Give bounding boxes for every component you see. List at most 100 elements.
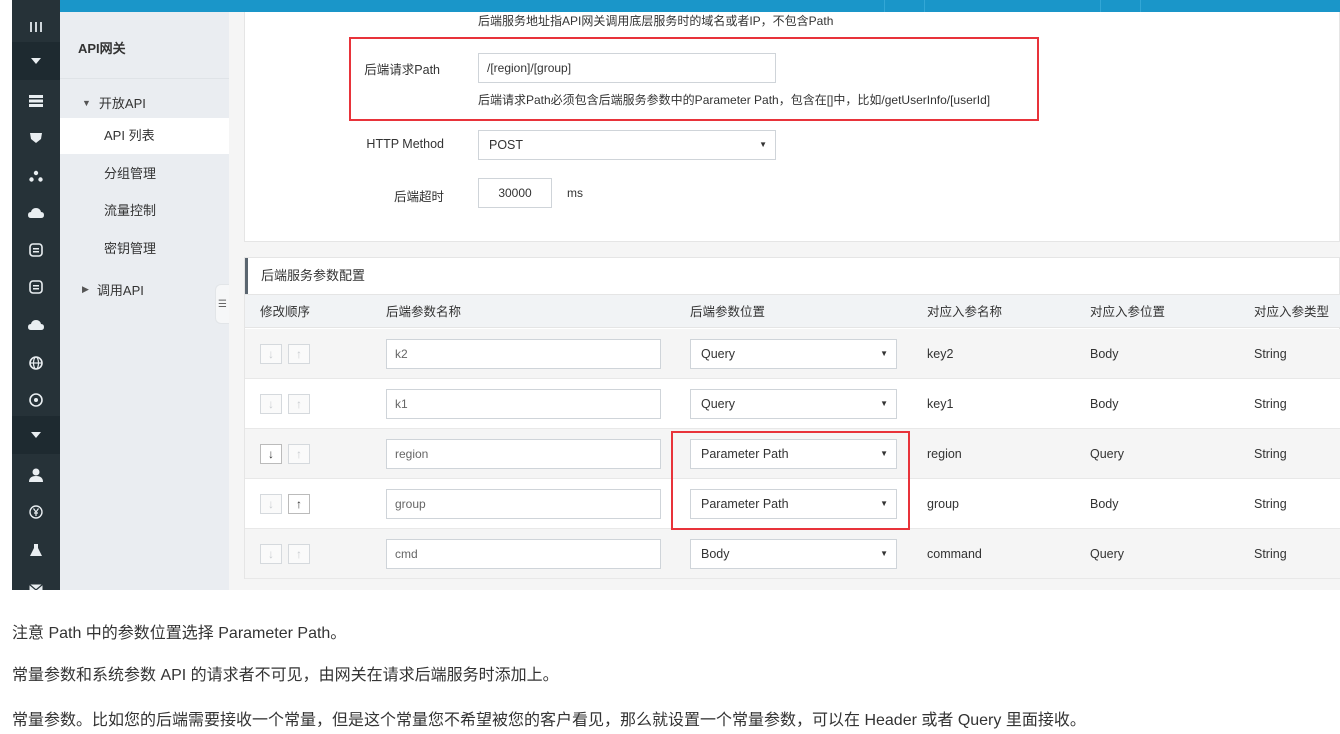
- input-param-type: String: [1254, 547, 1287, 561]
- input-param-type: String: [1254, 347, 1287, 361]
- path-label: 后端请求Path: [364, 63, 440, 77]
- move-down-button[interactable]: ↓: [260, 494, 282, 514]
- collapse-down-icon[interactable]: [12, 42, 60, 80]
- nav-group-label: 调用API: [96, 283, 144, 298]
- nav-item-group-management[interactable]: 分组管理: [60, 156, 229, 192]
- backend-param-position-select[interactable]: Query ▼: [690, 339, 897, 369]
- nav-group-label: 开放API: [98, 96, 146, 111]
- select-value: Parameter Path: [701, 447, 789, 461]
- backend-param-name-input[interactable]: cmd: [386, 539, 661, 569]
- params-table-header: 修改顺序 后端参数名称 后端参数位置 对应入参名称 对应入参位置 对应入参类型: [245, 294, 1340, 328]
- table-row: ↓ ↑ k1 Query ▼ key1 Body String: [245, 379, 1340, 429]
- caret-down-icon: ▼: [880, 449, 888, 458]
- input-param-position: Body: [1090, 397, 1119, 411]
- timeout-unit: ms: [567, 186, 583, 200]
- input-param-name: key2: [927, 347, 954, 361]
- icon-rail: [12, 0, 60, 590]
- http-method-value: POST: [489, 138, 524, 152]
- col-header-input-name: 对应入参名称: [927, 305, 1003, 319]
- nodes-icon[interactable]: [12, 157, 60, 195]
- yuan-icon[interactable]: [12, 493, 60, 531]
- caret-right-icon: ▶: [82, 284, 89, 294]
- nav-group-call-api[interactable]: ▶ 调用API: [82, 280, 144, 299]
- nav-item-api-list[interactable]: API 列表: [60, 118, 229, 154]
- backend-form-panel: 后端服务地址指API网关调用底层服务时的域名或者IP，不包含Path 后端请求P…: [244, 12, 1340, 242]
- nav-group-open-api[interactable]: ▼ 开放API: [82, 93, 146, 112]
- select-value: Parameter Path: [701, 497, 789, 511]
- move-up-button[interactable]: ↑: [288, 444, 310, 464]
- move-up-button[interactable]: ↑: [288, 494, 310, 514]
- backend-path-input[interactable]: /[region]/[group]: [478, 53, 776, 83]
- storage-icon[interactable]: [12, 268, 60, 306]
- move-up-button[interactable]: ↑: [288, 544, 310, 564]
- caret-down-icon: ▼: [880, 549, 888, 558]
- move-up-button[interactable]: ↑: [288, 394, 310, 414]
- database-icon[interactable]: [12, 231, 60, 269]
- input-param-position: Query: [1090, 547, 1125, 561]
- caret-down-icon: ▼: [880, 499, 888, 508]
- nav-title: API网关: [78, 41, 126, 56]
- panel-accent-bar: [245, 258, 248, 294]
- backend-param-position-select[interactable]: Parameter Path ▼: [690, 489, 897, 519]
- http-method-label: HTTP Method: [366, 137, 444, 151]
- shield-icon[interactable]: [12, 119, 60, 157]
- cloud-icon[interactable]: [12, 306, 60, 344]
- col-header-backend-position: 后端参数位置: [690, 305, 766, 319]
- col-header-backend-name: 后端参数名称: [386, 305, 462, 319]
- backend-params-panel: 后端服务参数配置 修改顺序 后端参数名称 后端参数位置 对应入参名称 对应入参位…: [244, 257, 1340, 579]
- secondary-nav: API网关 ▼ 开放API API 列表 分组管理 流量控制 密钥管理 ▶ 调用…: [60, 12, 229, 590]
- col-header-order: 修改顺序: [260, 305, 311, 319]
- globe-icon[interactable]: [12, 344, 60, 382]
- caret-down-icon: ▼: [82, 97, 91, 108]
- doc-constant-line: 常量参数和系统参数 API 的请求者不可见，由网关在请求后端服务时添加上。: [12, 667, 559, 684]
- backend-param-position-select[interactable]: Body ▼: [690, 539, 897, 569]
- nav-item-traffic-control[interactable]: 流量控制: [60, 193, 229, 229]
- move-down-button[interactable]: ↓: [260, 444, 282, 464]
- move-down-button[interactable]: ↓: [260, 344, 282, 364]
- console-screenshot: API网关 ▼ 开放API API 列表 分组管理 流量控制 密钥管理 ▶ 调用…: [12, 0, 1340, 590]
- backend-param-position-select[interactable]: Parameter Path ▼: [690, 439, 897, 469]
- user-icon[interactable]: [12, 456, 60, 494]
- move-up-button[interactable]: ↑: [288, 344, 310, 364]
- panel-title: 后端服务参数配置: [261, 268, 366, 283]
- table-row: ↓ ↑ k2 Query ▼ key2 Body String: [245, 329, 1340, 379]
- mail-icon[interactable]: [12, 570, 60, 590]
- nav-divider: [60, 78, 229, 79]
- path-help-text: 后端请求Path必须包含后端服务参数中的Parameter Path，包含在[]…: [478, 93, 991, 107]
- backend-param-name-input[interactable]: k1: [386, 389, 661, 419]
- caret-down-icon: ▼: [880, 399, 888, 408]
- select-value: Query: [701, 347, 736, 361]
- input-param-position: Body: [1090, 347, 1119, 361]
- backend-param-name-input[interactable]: group: [386, 489, 661, 519]
- doc-note-line: 注意 Path 中的参数位置选择 Parameter Path。: [12, 625, 347, 642]
- table-row: ↓ ↑ cmd Body ▼ command Query String: [245, 529, 1340, 579]
- timeout-input[interactable]: 30000: [478, 178, 552, 208]
- sms-icon[interactable]: [12, 381, 60, 419]
- input-param-type: String: [1254, 397, 1287, 411]
- cloud-upload-icon[interactable]: [12, 194, 60, 232]
- nav-item-key-management[interactable]: 密钥管理: [60, 231, 229, 267]
- sidebar-collapse-handle[interactable]: ☰: [215, 284, 229, 324]
- col-header-input-position: 对应入参位置: [1090, 305, 1166, 319]
- select-value: Query: [701, 397, 736, 411]
- collapse-down-icon[interactable]: [12, 416, 60, 454]
- select-value: Body: [701, 547, 730, 561]
- backend-param-position-select[interactable]: Query ▼: [690, 389, 897, 419]
- move-down-button[interactable]: ↓: [260, 544, 282, 564]
- input-param-name: region: [927, 447, 962, 461]
- move-down-button[interactable]: ↓: [260, 394, 282, 414]
- backend-param-name-input[interactable]: k2: [386, 339, 661, 369]
- input-param-position: Body: [1090, 497, 1119, 511]
- main-content: 后端服务地址指API网关调用底层服务时的域名或者IP，不包含Path 后端请求P…: [229, 12, 1340, 590]
- col-header-input-type: 对应入参类型: [1254, 305, 1330, 319]
- backend-param-name-input[interactable]: region: [386, 439, 661, 469]
- menu-toggle-icon[interactable]: [12, 8, 60, 46]
- http-method-select[interactable]: POST ▼: [478, 130, 776, 160]
- input-param-name: key1: [927, 397, 954, 411]
- timeout-label: 后端超时: [393, 190, 444, 204]
- flask-icon[interactable]: [12, 531, 60, 569]
- input-param-name: group: [927, 497, 959, 511]
- top-bar: [12, 0, 1340, 12]
- backend-address-hint: 后端服务地址指API网关调用底层服务时的域名或者IP，不包含Path: [478, 14, 834, 28]
- server-icon[interactable]: [12, 82, 60, 120]
